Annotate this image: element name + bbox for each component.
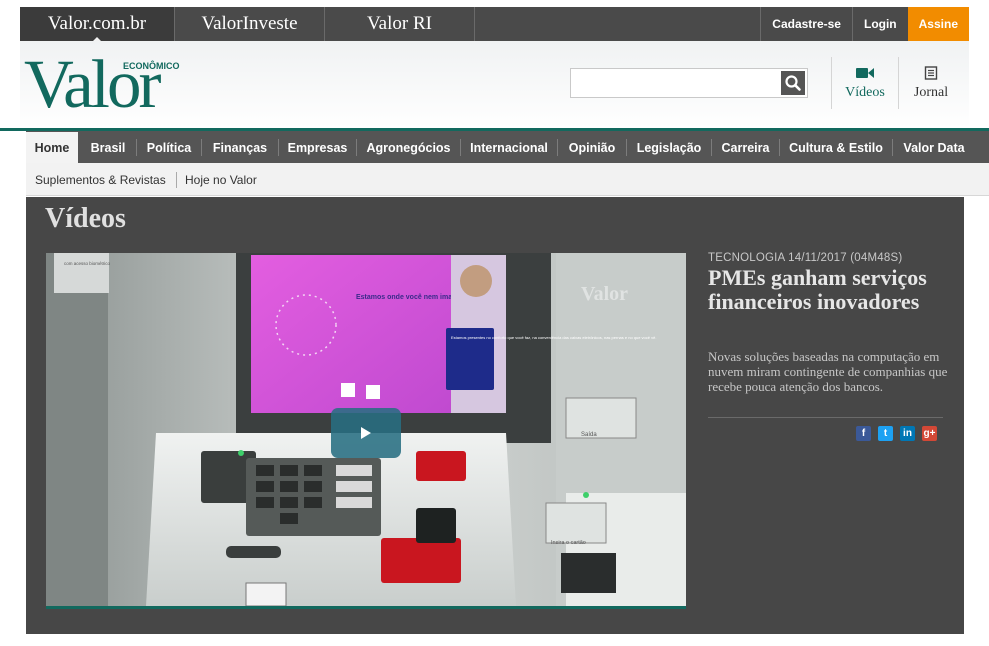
brand-tab-label: ValorInveste <box>201 13 298 34</box>
account-links: Cadastre-se Login Assine <box>760 7 969 41</box>
subscribe-button[interactable]: Assine <box>907 7 969 41</box>
play-button[interactable] <box>331 408 401 458</box>
subnav-separator <box>176 172 177 188</box>
nav-item-opiniao[interactable]: Opinião <box>558 131 626 163</box>
nav-item-internacional[interactable]: Internacional <box>461 131 557 163</box>
header-videos-label: Vídeos <box>845 85 885 100</box>
search-button[interactable] <box>781 71 805 95</box>
main-nav: Home Brasil Política Finanças Empresas A… <box>26 131 989 163</box>
nav-item-empresas[interactable]: Empresas <box>279 131 356 163</box>
logo-tagline: ECONÔMICO <box>123 61 180 71</box>
site-header: Valor ECONÔMICO Vídeos Jornal <box>20 41 969 128</box>
search-icon <box>785 75 801 91</box>
thumb-side-card: Estamos presentes no conforto que você f… <box>451 335 656 340</box>
sub-nav: Suplementos & Revistas Hoje no Valor <box>26 163 989 196</box>
brand-tab-valor-ri[interactable]: Valor RI <box>325 7 475 41</box>
nav-item-carreira[interactable]: Carreira <box>712 131 779 163</box>
signup-link[interactable]: Cadastre-se <box>760 7 852 41</box>
video-headline[interactable]: PMEs ganham serviços financeiros inovado… <box>708 266 940 314</box>
brand-tab-valorinveste[interactable]: ValorInveste <box>175 7 325 41</box>
header-journal-link[interactable]: Jornal <box>898 63 964 101</box>
brand-tab-valor[interactable]: Valor.com.br <box>20 7 175 42</box>
video-player[interactable]: com acesso biométrico Estamos onde você … <box>46 253 686 609</box>
thumb-label-saida: Saída <box>581 432 597 438</box>
brand-tab-label: Valor RI <box>367 13 432 34</box>
divider <box>708 417 943 418</box>
nav-item-financas[interactable]: Finanças <box>202 131 278 163</box>
twitter-icon[interactable]: t <box>878 426 893 441</box>
login-link[interactable]: Login <box>851 7 908 41</box>
thumb-screen-heading: Estamos onde você nem imagina <box>356 294 467 301</box>
video-summary: Novas soluções baseadas na computação em… <box>708 349 948 394</box>
nav-item-home[interactable]: Home <box>26 132 78 163</box>
share-buttons: f t in g+ <box>856 426 937 441</box>
subnav-item-suplementos[interactable]: Suplementos & Revistas <box>35 163 166 197</box>
thumb-label-biometrico: com acesso biométrico <box>64 261 111 266</box>
nav-item-legislacao[interactable]: Legislação <box>627 131 711 163</box>
nav-item-cultura-estilo[interactable]: Cultura & Estilo <box>780 131 892 163</box>
top-bar: Valor.com.br ValorInveste Valor RI Cadas… <box>20 7 969 42</box>
newspaper-icon <box>898 63 964 81</box>
subnav-item-hoje-no-valor[interactable]: Hoje no Valor <box>185 163 257 197</box>
video-meta: TECNOLOGIA 14/11/2017 (04M48S) <box>708 252 903 264</box>
valor-logo[interactable]: Valor ECONÔMICO <box>24 46 194 122</box>
search-box <box>570 68 808 98</box>
facebook-icon[interactable]: f <box>856 426 871 441</box>
linkedin-icon[interactable]: in <box>900 426 915 441</box>
brand-tab-label: Valor.com.br <box>47 13 147 34</box>
section-title: Vídeos <box>45 203 126 234</box>
googleplus-icon[interactable]: g+ <box>922 426 937 441</box>
nav-item-brasil[interactable]: Brasil <box>80 131 136 163</box>
videos-section: Vídeos com acesso biométrico Estamos ond… <box>26 197 964 634</box>
nav-item-politica[interactable]: Política <box>137 131 201 163</box>
search-input[interactable] <box>575 70 779 98</box>
thumb-label-cartao: Insira o cartão <box>551 540 586 546</box>
nav-item-agronegocios[interactable]: Agronegócios <box>357 131 460 163</box>
header-journal-label: Jornal <box>913 85 949 100</box>
video-camera-icon <box>832 63 898 81</box>
logo-wordmark: Valor <box>24 46 161 122</box>
thumb-watermark: Valor <box>581 283 628 305</box>
nav-item-valor-data[interactable]: Valor Data <box>893 131 975 163</box>
header-videos-link[interactable]: Vídeos <box>832 63 898 101</box>
